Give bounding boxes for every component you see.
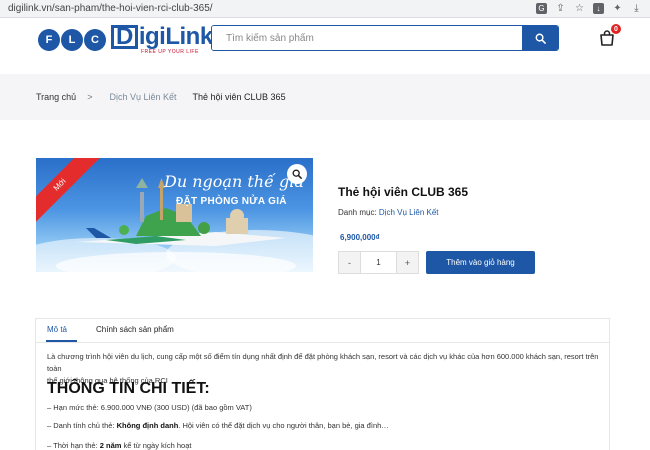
detail-card-validity-bold: 2 năm [99, 441, 122, 450]
detail-card-holder-suffix: . Hội viên có thể đặt dịch vụ cho người … [178, 421, 389, 430]
magnifier-icon [292, 169, 302, 179]
quantity-stepper: - 1 + [338, 251, 419, 274]
detail-card-holder-bold: Không định danh [116, 421, 179, 430]
banner-subtitle: ĐẶT PHÒNG NỬA GIÁ [176, 196, 287, 207]
detail-card-holder: – Danh tính chủ thẻ: Không định danh. Hộ… [47, 421, 389, 430]
address-bar[interactable]: digilink.vn/san-pham/the-hoi-vien-rci-cl… [0, 3, 536, 14]
site-header: F L C DigiLink FREE UP YOUR LIFE 0 [0, 18, 650, 74]
tab-description[interactable]: Mô tả [46, 319, 78, 342]
extensions-icon[interactable]: ✦ [612, 3, 623, 14]
detail-card-limit: – Hạn mức thẻ: 6.900.000 VNĐ (300 USD) (… [47, 403, 252, 412]
logo-flc-c: C [84, 29, 106, 51]
breadcrumb-separator: > [87, 92, 93, 102]
breadcrumb-home-link[interactable]: Trang chủ [36, 92, 76, 102]
browser-actions: G ⇪ ☆ ↓ ✦ ⤓ [536, 3, 650, 14]
logo-flc-l: L [61, 29, 83, 51]
detail-card-validity-prefix: – Thời hạn thẻ: [47, 441, 100, 450]
detail-card-validity: – Thời hạn thẻ: 2 năm kể từ ngày kích ho… [47, 441, 191, 450]
category-label: Danh mục: [338, 208, 377, 217]
zoom-button[interactable] [287, 164, 307, 184]
bookmark-star-icon[interactable]: ☆ [574, 3, 585, 14]
details-heading: THÔNG TIN CHI TIẾT: [47, 380, 210, 397]
product-image[interactable]: Du ngoạn thế gia ĐẶT PHÒNG NỬA GIÁ Mới [36, 158, 313, 272]
translate-icon[interactable]: G [536, 3, 547, 14]
download-icon[interactable]: ↓ [593, 3, 604, 14]
downloads-icon[interactable]: ⤓ [631, 3, 642, 14]
browser-toolbar: digilink.vn/san-pham/the-hoi-vien-rci-cl… [0, 0, 650, 18]
cart-button[interactable]: 0 [598, 24, 621, 47]
category-link[interactable]: Dịch Vụ Liên Kết [379, 208, 439, 217]
breadcrumb-current: Thẻ hội viên CLUB 365 [192, 92, 286, 102]
search-input[interactable] [212, 26, 522, 50]
product-tabs-panel: Mô tả Chính sách sản phẩm Là chương trìn… [35, 318, 610, 450]
product-price: 6,900,000₫ [340, 233, 380, 242]
breadcrumb-category-link[interactable]: Dịch Vụ Liên Kết [109, 92, 176, 102]
logo-digilink-word: DigiLink [111, 25, 213, 49]
product-category: Danh mục: Dịch Vụ Liên Kết [338, 208, 439, 217]
quantity-input[interactable]: 1 [360, 252, 397, 273]
logo-digilink: DigiLink FREE UP YOUR LIFE [111, 25, 213, 55]
product-tabs: Mô tả Chính sách sản phẩm [36, 319, 609, 343]
search-icon [535, 33, 546, 44]
detail-card-validity-suffix: kể từ ngày kích hoạt [121, 441, 192, 450]
share-icon[interactable]: ⇪ [555, 3, 566, 14]
quantity-decrease-button[interactable]: - [339, 252, 360, 273]
cart-count-badge: 0 [611, 24, 621, 34]
banner-script-text: Du ngoạn thế gia [164, 172, 304, 191]
add-to-cart-button[interactable]: Thêm vào giỏ hàng [426, 251, 535, 274]
logo-flc-f: F [38, 29, 60, 51]
quantity-increase-button[interactable]: + [397, 252, 418, 273]
site-logo[interactable]: F L C DigiLink FREE UP YOUR LIFE [38, 25, 213, 55]
breadcrumb: Trang chủ > Dịch Vụ Liên Kết Thẻ hội viê… [0, 74, 650, 120]
logo-tagline: FREE UP YOUR LIFE [141, 49, 199, 55]
product-title: Thẻ hội viên CLUB 365 [338, 185, 469, 199]
search-button[interactable] [522, 26, 558, 50]
detail-card-holder-prefix: – Danh tính chủ thẻ: [47, 421, 117, 430]
tab-product-policy[interactable]: Chính sách sản phẩm [95, 319, 184, 342]
description-intro-line1: Là chương trình hội viên du lịch, cung c… [47, 352, 599, 373]
search-bar [211, 25, 559, 51]
